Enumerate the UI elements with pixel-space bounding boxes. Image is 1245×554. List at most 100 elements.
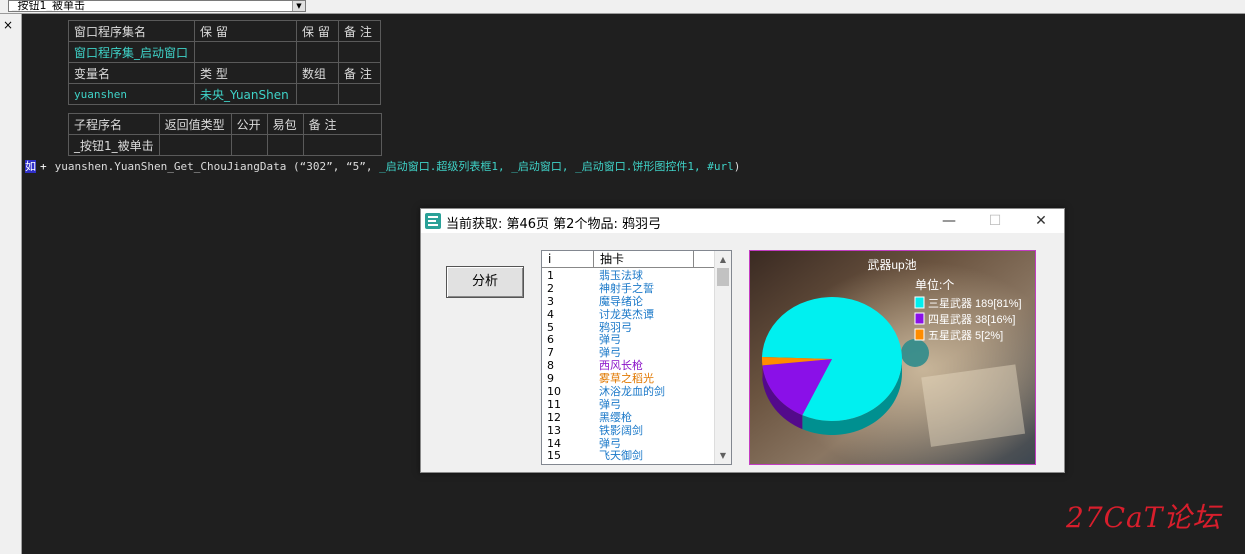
list-item-index: 4 (547, 307, 554, 321)
list-item-name: 弹弓 (599, 436, 621, 450)
list-item-name: 讨龙英杰谭 (599, 307, 654, 321)
list-item-index: 3 (547, 294, 554, 308)
header-cell: 易包 (266, 113, 304, 135)
column-header-index[interactable]: i (542, 251, 594, 267)
maximize-button[interactable]: ☐ (972, 209, 1018, 233)
subroutine-table: 子程序名 返回值类型 公开 易包 备 注 _按钮1_被单击 (68, 113, 382, 156)
list-item[interactable]: 5 鸦羽弓 (542, 320, 716, 335)
list-item-name: 黑缨枪 (599, 410, 632, 424)
list-item-name: 鸦羽弓 (599, 320, 632, 334)
list-item-index: 5 (547, 320, 554, 334)
background-orb (901, 339, 929, 367)
app-icon (425, 213, 441, 229)
list-item[interactable]: 6 弹弓 (542, 334, 716, 347)
header-cell: 类 型 (194, 62, 297, 84)
draw-list[interactable]: i 抽卡 1 翡玉法球 2 神射手之誓 3 魔导绪论 4 讨龙英杰谭 5 鸦羽弓 6 弹弓 7 弹弓 8 西风… (541, 250, 732, 465)
analyze-button[interactable]: 分析 (446, 266, 524, 298)
list-item[interactable]: 3 魔导绪论 (542, 294, 716, 309)
list-item[interactable]: 15 飞天御剑 (542, 450, 716, 463)
list-item[interactable]: 13 铁影阔剑 (542, 423, 716, 438)
header-cell: 保 留 (296, 20, 339, 42)
cell[interactable] (296, 41, 339, 63)
left-gutter: × (0, 14, 22, 554)
list-item-index: 15 (547, 449, 561, 463)
header-cell: 子程序名 (68, 113, 160, 135)
subroutine-dropdown-value: _按钮1_被单击 (12, 0, 85, 12)
cell[interactable] (158, 134, 232, 156)
chart-title: 武器up池 (867, 258, 916, 272)
list-item-name: 弹弓 (599, 333, 621, 347)
list-item[interactable]: 4 讨龙英杰谭 (542, 307, 716, 322)
list-item-index: 10 (547, 385, 561, 399)
list-item-index: 9 (547, 372, 554, 386)
scroll-thumb[interactable] (717, 268, 729, 286)
scroll-up-icon[interactable]: ▲ (715, 251, 731, 268)
variable-type[interactable]: 未央_YuanShen (194, 83, 297, 105)
list-item-name: 沐浴龙血的剑 (599, 385, 665, 399)
background-book (921, 364, 1026, 447)
window-title: 当前获取: 第46页 第2个物品: 鸦羽弓 (446, 217, 661, 232)
header-cell: 备 注 (302, 113, 382, 135)
pie-chart-control: 武器up池 单位:个 三星武器 189[81%] 四星武器 38[16%] 五星武器… (749, 250, 1036, 465)
list-item-name: 弹弓 (599, 346, 621, 360)
header-cell: 备 注 (338, 62, 381, 84)
cell[interactable] (230, 134, 268, 156)
column-header-draw[interactable]: 抽卡 (594, 251, 694, 267)
list-item[interactable]: 2 神射手之誓 (542, 281, 716, 296)
list-item-name: 弹弓 (599, 397, 621, 411)
list-item-index: 14 (547, 436, 561, 450)
list-item-index: 12 (547, 410, 561, 424)
cell[interactable] (194, 41, 297, 63)
header-cell: 数组 (296, 62, 339, 84)
list-item-index: 13 (547, 423, 561, 437)
list-rows: 1 翡玉法球 2 神射手之誓 3 魔导绪论 4 讨龙英杰谭 5 鸦羽弓 6 弹弓 7 弹弓 8 西风长枪 9 雾草… (542, 270, 716, 463)
list-item[interactable]: 12 黑缨枪 (542, 410, 716, 425)
list-scrollbar[interactable]: ▲ ▼ (714, 251, 731, 464)
close-icon[interactable]: × (3, 18, 13, 32)
list-item-name: 翡玉法球 (599, 269, 643, 282)
list-item-index: 2 (547, 281, 554, 295)
code-call: yuanshen.YuanShen_Get_ChouJiangData ( (54, 160, 300, 173)
subroutine-dropdown[interactable]: _按钮1_被单击 ▼ (8, 0, 306, 12)
expand-icon[interactable]: + (40, 160, 47, 173)
chart-unit-label: 单位:个 (915, 277, 954, 292)
legend-label: 五星武器 5[2%] (928, 329, 1003, 342)
list-item[interactable]: 11 弹弓 (542, 397, 716, 412)
list-item[interactable]: 1 翡玉法球 (542, 270, 716, 283)
chevron-down-icon[interactable]: ▼ (292, 1, 305, 11)
list-item-name: 神射手之誓 (599, 281, 654, 295)
cell[interactable] (338, 41, 381, 63)
header-cell: 保 留 (194, 20, 297, 42)
header-cell: 返回值类型 (158, 113, 232, 135)
list-header: i 抽卡 (542, 251, 716, 268)
code-line[interactable]: 如 + yuanshen.YuanShen_Get_ChouJiangData (“… (25, 158, 740, 174)
forum-watermark: 27CaT论坛 (1066, 501, 1222, 534)
code-literals: “302”, “5”, (299, 160, 380, 173)
scroll-down-icon[interactable]: ▼ (715, 447, 731, 464)
subroutine-name[interactable]: _按钮1_被单击 (68, 134, 160, 156)
list-item-index: 11 (547, 397, 561, 411)
minimize-button[interactable]: — (926, 209, 972, 233)
program-set-table: 窗口程序集名 保 留 保 留 备 注 窗口程序集_启动窗口 变量名 类 型 数组… (68, 20, 381, 105)
cell[interactable] (302, 134, 382, 156)
list-item[interactable]: 10 沐浴龙血的剑 (542, 386, 716, 399)
close-button[interactable]: ✕ (1018, 209, 1064, 233)
code-close: ) (733, 160, 741, 173)
variable-name[interactable]: yuanshen (68, 83, 195, 105)
cell[interactable] (338, 83, 381, 105)
cell[interactable] (296, 83, 339, 105)
list-item-index: 6 (547, 333, 554, 347)
list-item-index: 8 (547, 359, 554, 373)
top-toolbar: _按钮1_被单击 ▼ (0, 0, 1245, 14)
header-cell: 备 注 (338, 20, 381, 42)
legend-swatch (914, 328, 925, 341)
list-item-name: 铁影阔剑 (599, 423, 643, 437)
window-titlebar[interactable]: 当前获取: 第46页 第2个物品: 鸦羽弓 — ☐ ✕ (421, 209, 1064, 233)
list-item-name: 魔导绪论 (599, 294, 643, 308)
header-cell: 变量名 (68, 62, 195, 84)
cell[interactable] (266, 134, 304, 156)
program-set-name[interactable]: 窗口程序集_启动窗口 (68, 41, 195, 63)
list-item-name: 西风长枪 (599, 359, 643, 373)
list-item-index: 7 (547, 346, 554, 360)
result-window: 当前获取: 第46页 第2个物品: 鸦羽弓 — ☐ ✕ 分析 i 抽卡 1 翡玉法… (420, 208, 1065, 473)
